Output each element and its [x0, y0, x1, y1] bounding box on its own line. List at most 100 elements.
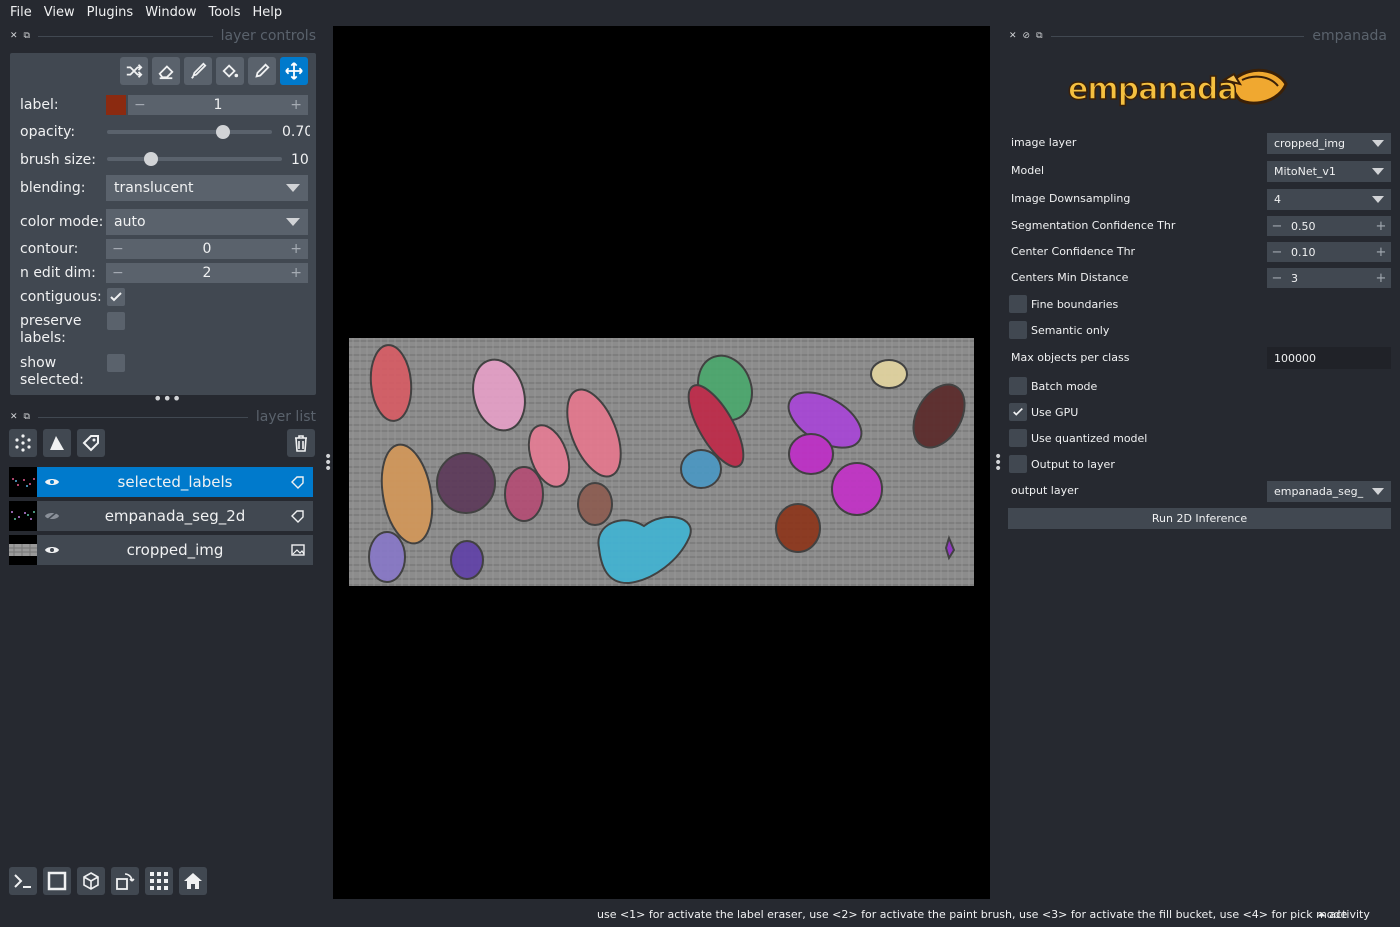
n-edit-dim-label: n edit dim: — [20, 265, 96, 281]
menu-tools[interactable]: Tools — [202, 5, 246, 20]
plus-icon[interactable]: + — [290, 97, 302, 113]
model-select[interactable]: MitoNet_v1 — [1267, 161, 1391, 182]
layer-controls-titlebar: ✕ ⧉ layer controls — [10, 27, 316, 45]
new-points-layer-button[interactable] — [9, 429, 37, 457]
contiguous-checkbox[interactable] — [107, 288, 125, 306]
layer-row-empanada-seg-2d[interactable]: empanada_seg_2d — [9, 501, 313, 531]
shuffle-icon — [126, 64, 143, 78]
batch-mode-label: Batch mode — [1031, 380, 1098, 393]
grid-view-button[interactable] — [145, 867, 173, 895]
float-icon[interactable]: ⧉ — [24, 31, 30, 41]
batch-mode-checkbox[interactable] — [1009, 377, 1027, 395]
minus-icon[interactable]: − — [134, 97, 146, 113]
menu-file[interactable]: File — [4, 5, 38, 20]
color-picker-button[interactable] — [248, 57, 276, 85]
paint-brush-button[interactable] — [184, 57, 212, 85]
minus-icon[interactable]: − — [1267, 245, 1287, 260]
centers-min-spinbox[interactable]: − 3 + — [1267, 268, 1391, 288]
semantic-only-checkbox[interactable] — [1009, 321, 1027, 339]
output-to-layer-checkbox[interactable] — [1009, 455, 1027, 473]
label-spinbox[interactable]: − 1 + — [128, 95, 308, 115]
menu-bar: File View Plugins Window Tools Help — [0, 0, 1400, 24]
opacity-slider[interactable] — [107, 125, 272, 139]
float-icon[interactable]: ⧉ — [24, 412, 30, 422]
fine-boundaries-checkbox[interactable] — [1009, 295, 1027, 313]
layer-name[interactable]: cropped_img — [67, 541, 283, 559]
label-color-swatch[interactable] — [106, 95, 126, 115]
seg-conf-spinbox[interactable]: − 0.50 + — [1267, 216, 1391, 236]
em-image-with-segmentation — [349, 338, 974, 586]
plus-icon[interactable]: + — [1371, 271, 1391, 286]
show-selected-label: show selected: — [20, 355, 84, 388]
opacity-label: opacity: — [20, 124, 76, 140]
visibility-toggle[interactable] — [37, 510, 67, 522]
minus-icon[interactable]: − — [1267, 271, 1287, 286]
minus-icon[interactable]: − — [112, 265, 124, 281]
reset-view-button[interactable] — [179, 867, 207, 895]
visibility-toggle[interactable] — [37, 476, 67, 488]
centers-min-value: 3 — [1291, 271, 1298, 285]
toggle-ndisplay-button[interactable] — [43, 867, 71, 895]
minus-icon[interactable]: − — [1267, 219, 1287, 234]
brush-size-slider[interactable] — [107, 152, 282, 166]
plus-icon[interactable]: + — [1371, 245, 1391, 260]
new-labels-layer-button[interactable] — [77, 429, 105, 457]
n-edit-dim-spinbox[interactable]: − 2 + — [106, 263, 308, 283]
splitter-handle[interactable]: ••• — [153, 391, 181, 407]
menu-window[interactable]: Window — [139, 5, 202, 20]
close-icon[interactable]: ✕ — [10, 31, 18, 41]
float-icon[interactable]: ⧉ — [1036, 31, 1042, 41]
opacity-slider-handle[interactable] — [215, 125, 230, 139]
pan-zoom-button[interactable] — [280, 57, 308, 85]
preserve-labels-checkbox[interactable] — [107, 312, 125, 330]
minus-icon[interactable]: − — [112, 241, 124, 257]
plus-icon[interactable]: + — [290, 265, 302, 281]
output-layer-select[interactable]: empanada_seg_ — [1267, 481, 1391, 502]
contour-spinbox[interactable]: − 0 + — [106, 239, 308, 259]
fine-boundaries-label: Fine boundaries — [1031, 298, 1119, 311]
model-label: Model — [1011, 164, 1045, 177]
color-mode-value: auto — [114, 214, 146, 230]
menu-help[interactable]: Help — [247, 5, 289, 20]
use-quantized-checkbox[interactable] — [1009, 429, 1027, 447]
console-button[interactable] — [9, 867, 37, 895]
new-shapes-layer-button[interactable] — [43, 429, 71, 457]
use-gpu-checkbox[interactable] — [1009, 403, 1027, 421]
label-label: label: — [20, 97, 59, 113]
left-dock-splitter[interactable]: • • • — [324, 450, 332, 476]
delete-layer-button[interactable] — [287, 429, 315, 457]
plus-icon[interactable]: + — [1371, 219, 1391, 234]
shuffle-colors-button[interactable] — [120, 57, 148, 85]
image-layer-select[interactable]: cropped_img — [1267, 133, 1391, 154]
menu-plugins[interactable]: Plugins — [81, 5, 140, 20]
fill-bucket-button[interactable] — [216, 57, 244, 85]
eye-icon — [45, 479, 59, 485]
blending-select[interactable]: translucent — [106, 175, 308, 201]
max-objects-input[interactable]: 100000 — [1267, 347, 1391, 369]
transpose-dims-button[interactable] — [111, 867, 139, 895]
center-conf-spinbox[interactable]: − 0.10 + — [1267, 242, 1391, 262]
visibility-toggle[interactable] — [37, 544, 67, 556]
run-2d-inference-button[interactable]: Run 2D Inference — [1008, 508, 1391, 529]
eye-icon — [45, 547, 59, 553]
color-mode-select[interactable]: auto — [106, 209, 308, 235]
move-icon — [285, 62, 303, 80]
layer-row-cropped-img[interactable]: cropped_img — [9, 535, 313, 565]
activity-button[interactable]: ⏶ activity — [1317, 908, 1370, 922]
close-icon[interactable]: ✕ — [1009, 31, 1017, 41]
show-selected-checkbox[interactable] — [107, 354, 125, 372]
viewer-canvas[interactable] — [333, 26, 990, 899]
close-icon[interactable]: ✕ — [10, 412, 18, 422]
hide-icon[interactable]: ⊘ — [1023, 31, 1031, 41]
eraser-button[interactable] — [152, 57, 180, 85]
menu-view[interactable]: View — [38, 5, 81, 20]
brush-size-slider-handle[interactable] — [144, 152, 158, 166]
plus-icon[interactable]: + — [290, 241, 302, 257]
layer-name[interactable]: empanada_seg_2d — [67, 507, 283, 525]
image-layer-label: image layer — [1011, 136, 1077, 149]
layer-name[interactable]: selected_labels — [67, 473, 283, 491]
downsampling-select[interactable]: 4 — [1267, 189, 1391, 210]
layer-row-selected-labels[interactable]: selected_labels — [9, 467, 313, 497]
roll-dims-button[interactable] — [77, 867, 105, 895]
right-dock-splitter[interactable]: • • • — [994, 450, 1002, 476]
